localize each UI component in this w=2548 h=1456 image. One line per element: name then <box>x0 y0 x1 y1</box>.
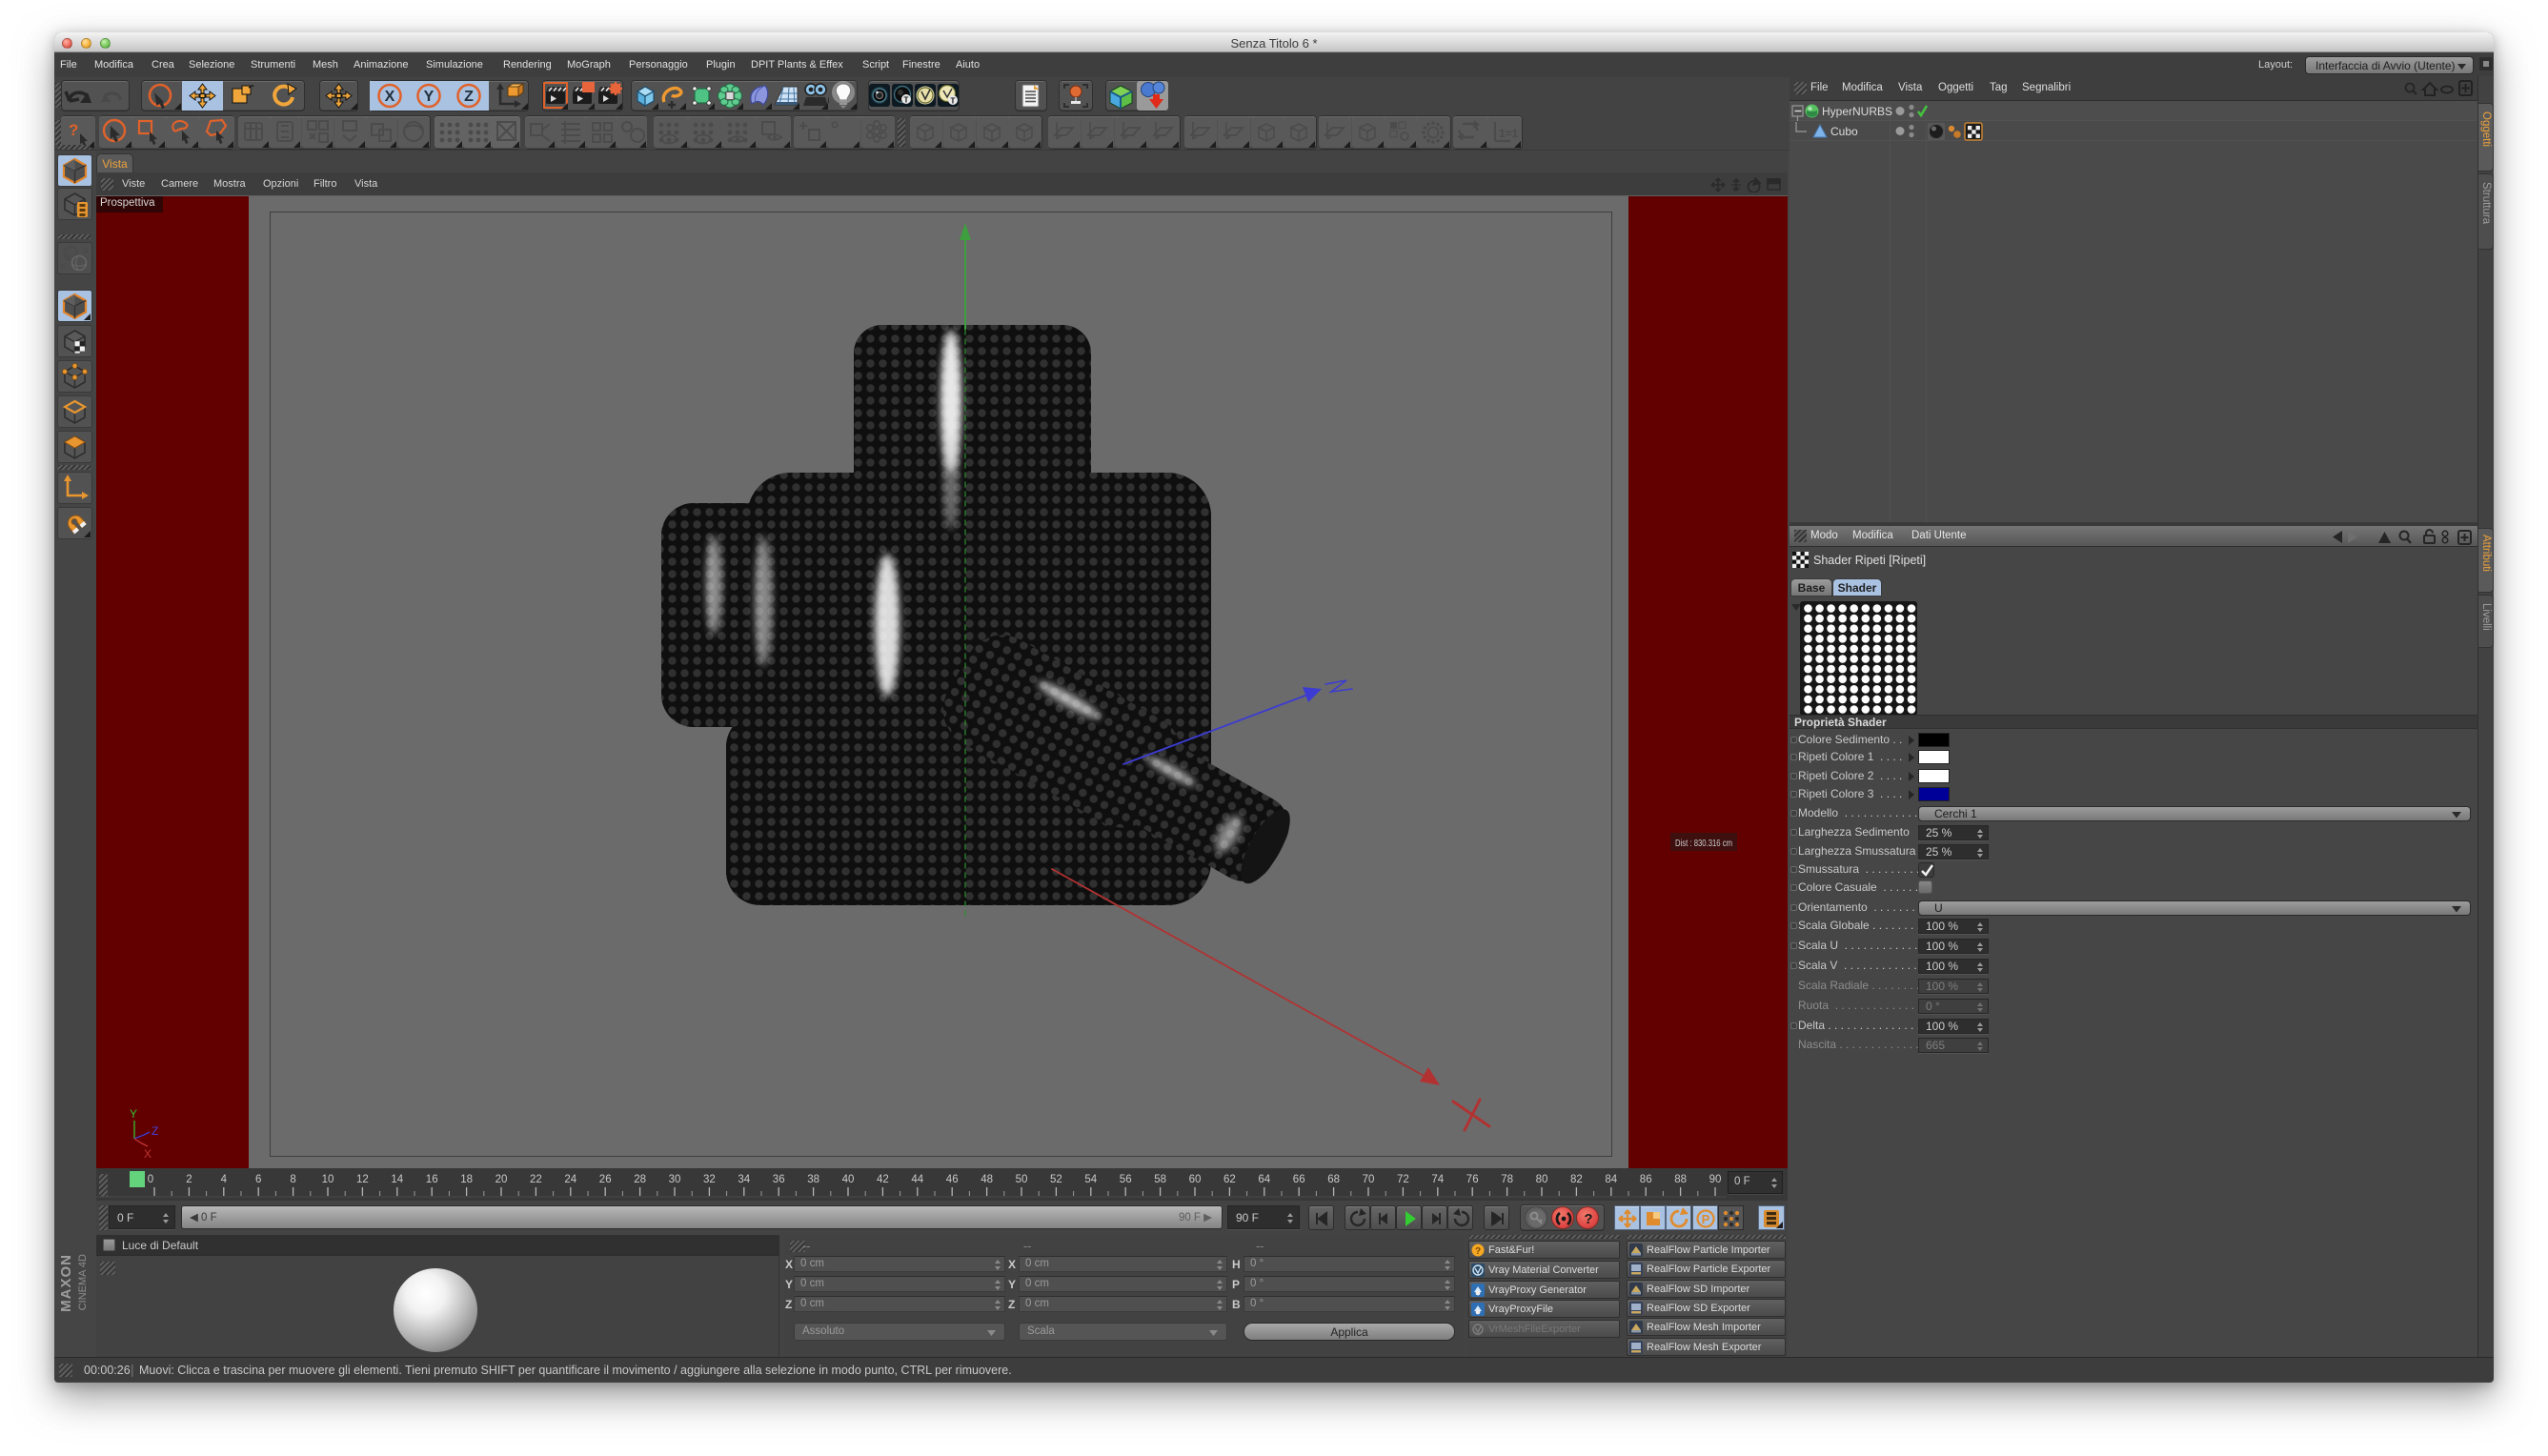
svg-text:Y: Y <box>130 1107 137 1121</box>
svg-text:1=1: 1=1 <box>1499 127 1519 140</box>
svg-text:80: 80 <box>1536 1174 1548 1185</box>
svg-text:8: 8 <box>290 1174 295 1185</box>
svg-text:62: 62 <box>1223 1174 1236 1185</box>
svg-text:4: 4 <box>221 1174 228 1185</box>
svg-text:84: 84 <box>1605 1174 1617 1185</box>
svg-text:Y: Y <box>424 89 435 105</box>
svg-text:44: 44 <box>911 1174 923 1185</box>
svg-text:22: 22 <box>530 1174 542 1185</box>
svg-text:26: 26 <box>599 1174 612 1185</box>
svg-text:86: 86 <box>1640 1174 1652 1185</box>
svg-text:36: 36 <box>773 1174 785 1185</box>
svg-text:?: ? <box>69 121 78 139</box>
svg-text:P: P <box>1702 1212 1710 1226</box>
svg-text:60: 60 <box>1189 1174 1202 1185</box>
svg-text:72: 72 <box>1397 1174 1409 1185</box>
svg-text:20: 20 <box>495 1174 508 1185</box>
svg-text:88: 88 <box>1674 1174 1687 1185</box>
svg-text:38: 38 <box>807 1174 819 1185</box>
svg-text:32: 32 <box>703 1174 716 1185</box>
svg-text:18: 18 <box>460 1174 473 1185</box>
svg-text:X: X <box>385 89 395 105</box>
svg-text:?: ? <box>1475 1246 1481 1257</box>
svg-text:70: 70 <box>1363 1174 1375 1185</box>
svg-text:58: 58 <box>1154 1174 1166 1185</box>
svg-text:28: 28 <box>634 1174 646 1185</box>
svg-text:T: T <box>904 96 909 105</box>
svg-text:6: 6 <box>255 1174 261 1185</box>
svg-text:Dist : 830.316 cm: Dist : 830.316 cm <box>1675 838 1732 849</box>
svg-text:74: 74 <box>1431 1174 1444 1185</box>
svg-text:T: T <box>951 97 956 106</box>
svg-text:24: 24 <box>564 1174 576 1185</box>
svg-text:34: 34 <box>738 1174 750 1185</box>
svg-text:0: 0 <box>148 1174 153 1185</box>
svg-text:90: 90 <box>1709 1174 1722 1185</box>
svg-text:64: 64 <box>1258 1174 1270 1185</box>
svg-text:42: 42 <box>877 1174 889 1185</box>
svg-text:68: 68 <box>1327 1174 1340 1185</box>
svg-text:16: 16 <box>426 1174 438 1185</box>
svg-text:Z: Z <box>464 89 474 105</box>
svg-text:10: 10 <box>322 1174 334 1185</box>
svg-text:52: 52 <box>1050 1174 1062 1185</box>
svg-text:56: 56 <box>1120 1174 1132 1185</box>
svg-text:76: 76 <box>1466 1174 1479 1185</box>
svg-text:14: 14 <box>391 1174 403 1185</box>
svg-text:40: 40 <box>842 1174 855 1185</box>
svg-text:?: ? <box>1584 1211 1592 1227</box>
svg-text:50: 50 <box>1016 1174 1028 1185</box>
svg-text:30: 30 <box>669 1174 681 1185</box>
svg-text:46: 46 <box>946 1174 959 1185</box>
svg-text:2: 2 <box>186 1174 192 1185</box>
svg-text:66: 66 <box>1293 1174 1305 1185</box>
svg-text:Z: Z <box>152 1124 158 1138</box>
svg-text:X: X <box>144 1147 152 1161</box>
svg-text:78: 78 <box>1501 1174 1513 1185</box>
svg-text:82: 82 <box>1570 1174 1583 1185</box>
svg-text:12: 12 <box>356 1174 369 1185</box>
svg-text:48: 48 <box>981 1174 993 1185</box>
svg-text:54: 54 <box>1084 1174 1097 1185</box>
